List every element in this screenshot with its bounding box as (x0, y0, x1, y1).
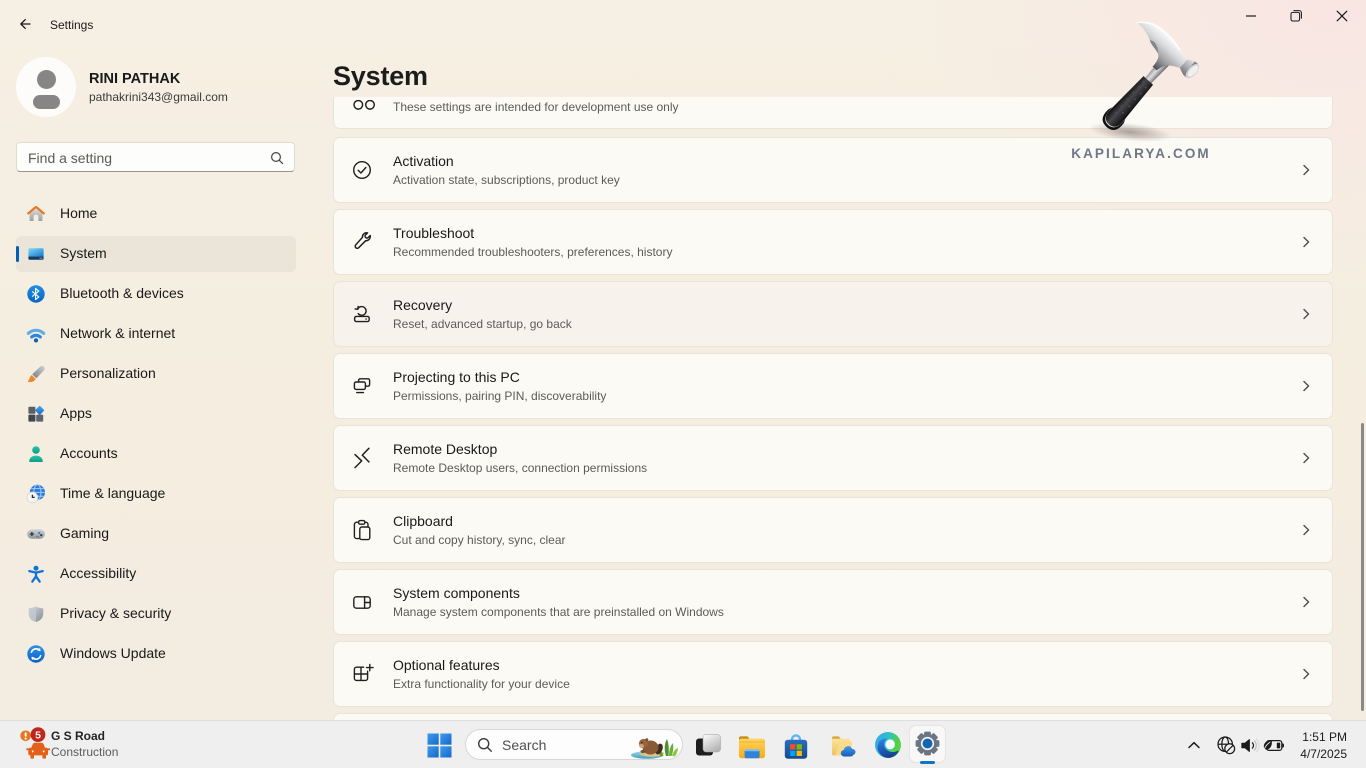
svg-text:5: 5 (35, 729, 41, 741)
